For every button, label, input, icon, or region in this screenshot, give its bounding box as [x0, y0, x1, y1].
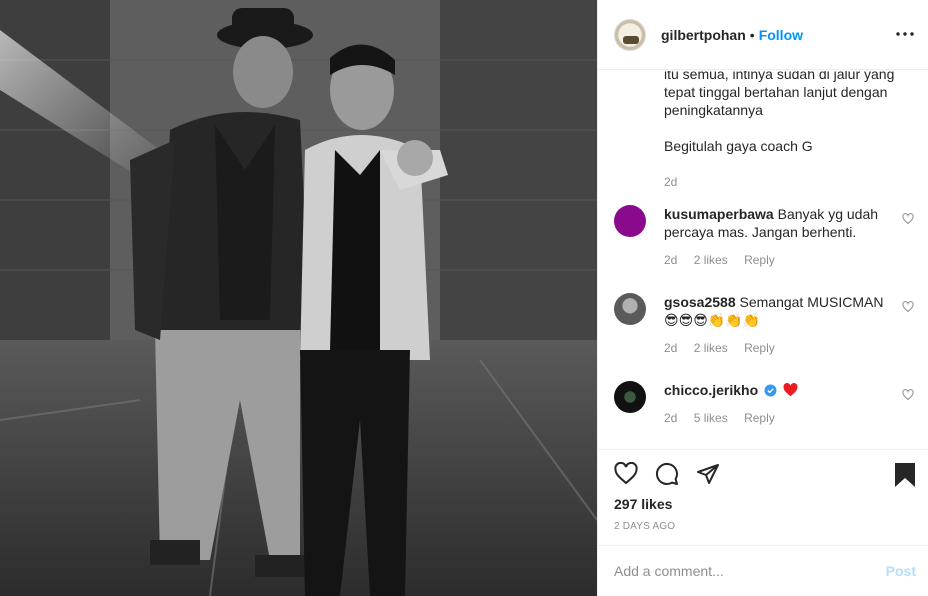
heart-emoji-icon [783, 382, 798, 397]
comment-likes[interactable]: 2 likes [694, 341, 728, 355]
comment-time[interactable]: 2d [664, 411, 677, 425]
author-avatar[interactable] [614, 18, 646, 51]
add-comment-bar: Post [598, 545, 928, 596]
comment-username[interactable]: chicco.jerikho [664, 382, 758, 398]
post-comment-button[interactable]: Post [886, 563, 916, 579]
author-username[interactable]: gilbertpohan [661, 27, 746, 43]
comment-username[interactable]: kusumaperbawa [664, 206, 774, 222]
comment-body: chicco.jerikho 2d 5 likes Reply [664, 381, 890, 427]
caption-text: itu semua, intinya sudah di jalur yang t… [664, 71, 895, 118]
header-separator: • [749, 26, 755, 43]
comment-likes[interactable]: 2 likes [694, 253, 728, 267]
comment-username[interactable]: gsosa2588 [664, 294, 736, 310]
heart-outline-icon[interactable] [902, 213, 914, 225]
post-sidebar: gilbertpohan • Follow itu semua, intinya… [597, 0, 928, 596]
like-heart-icon[interactable] [614, 462, 638, 486]
caption-time[interactable]: 2d [664, 173, 904, 191]
verified-badge-icon [764, 384, 777, 397]
commenter-avatar[interactable] [614, 205, 646, 237]
comment-input[interactable] [614, 563, 864, 579]
post-photo[interactable] [0, 0, 597, 596]
action-icons [614, 462, 720, 488]
bookmark-saved-icon[interactable] [893, 462, 917, 488]
reply-button[interactable]: Reply [744, 253, 775, 267]
comments-list[interactable]: itu semua, intinya sudah di jalur yang t… [598, 71, 928, 449]
share-paper-plane-icon[interactable] [696, 462, 720, 486]
heart-outline-icon[interactable] [902, 389, 914, 401]
post-header: gilbertpohan • Follow [598, 0, 928, 70]
more-horizontal-icon[interactable] [895, 24, 915, 44]
comment-meta: 2d 2 likes Reply [664, 339, 890, 357]
heart-outline-icon[interactable] [902, 301, 914, 313]
post-photo-image [0, 0, 597, 596]
post-date[interactable]: 2 DAYS AGO [614, 521, 675, 532]
follow-button[interactable]: Follow [759, 27, 803, 43]
reply-button[interactable]: Reply [744, 341, 775, 355]
comment-body: kusumaperbawa Banyak yg udah percaya mas… [664, 205, 890, 269]
comment-bubble-icon[interactable] [655, 462, 679, 486]
comment-meta: 2d 5 likes Reply [664, 409, 890, 427]
comment-meta: 2d 2 likes Reply [664, 251, 890, 269]
post-caption: itu semua, intinya sudah di jalur yang t… [664, 71, 904, 191]
comment-text: Semangat MUSICMAN [739, 294, 884, 310]
commenter-avatar[interactable] [614, 381, 646, 413]
caption-text-2: Begitulah gaya coach G [664, 138, 813, 154]
post-actions: 297 likes 2 DAYS AGO [598, 449, 928, 545]
commenter-avatar[interactable] [614, 293, 646, 325]
comment-emoji: 😎😎😎👏👏👏 [664, 312, 761, 328]
comment-time[interactable]: 2d [664, 253, 677, 267]
comment-time[interactable]: 2d [664, 341, 677, 355]
comment-likes[interactable]: 5 likes [694, 411, 728, 425]
likes-count[interactable]: 297 likes [614, 496, 672, 512]
comment-body: gsosa2588 Semangat MUSICMAN 😎😎😎👏👏👏 2d 2 … [664, 293, 890, 357]
reply-button[interactable]: Reply [744, 411, 775, 425]
